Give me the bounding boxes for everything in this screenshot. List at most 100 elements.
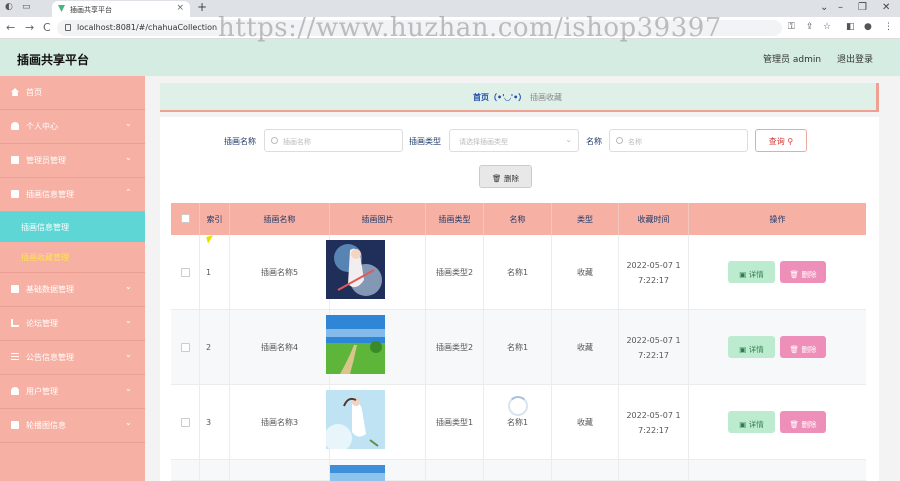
time-clock: 7:22:17 [638,350,669,360]
submenu-illustration-info[interactable]: 插画信息管理 [0,212,145,242]
delete-button[interactable]: 🗑 删除 [780,336,826,358]
sidebar-item-forum[interactable]: 论坛管理 ⌄ [0,307,145,341]
lock-icon [65,24,71,31]
image-cell [326,385,426,460]
menu-icon[interactable]: ⋮ [884,22,893,32]
sidebar-item-home[interactable]: 首页 [0,76,145,110]
row-select-cell [171,385,200,460]
loading-spinner [508,396,528,416]
new-tab-icon[interactable]: + [197,0,207,14]
chevron-down-icon: ⌄ [125,418,132,427]
share-icon[interactable]: ⇪ [806,22,814,32]
index-cell [200,460,230,481]
sidebar-item-illustrations[interactable]: 插画信息管理 ⌄ [0,178,145,212]
browser-tab[interactable]: 插画共享平台 × [52,1,190,17]
column-header[interactable]: 插画名称 [230,203,330,235]
forward-icon[interactable]: → [25,21,34,34]
title-search-input[interactable]: 名称 [609,129,748,152]
submenu-illustration-collection[interactable]: 插画收藏管理 [0,242,145,273]
brand-title: 插画共享平台 [17,53,90,67]
select-all-checkbox[interactable] [181,214,190,223]
sidebar-item-notices[interactable]: 公告信息管理 ⌄ [0,341,145,375]
illustration-thumbnail[interactable] [326,240,385,299]
sidebar: 首页 个人中心 ⌄ 管理员管理 ⌄ 插画信息管理 ⌄ 插画信息管理 插画收藏管理… [0,76,145,481]
illustration-thumbnail[interactable] [330,465,385,481]
title-cell: 名称1 [484,310,552,385]
tab-search-icon[interactable]: ▭ [22,2,31,12]
search-button[interactable]: 查询 ⚲ [755,129,807,152]
actions-cell: ▣ 详情 🗑 删除 [689,385,866,460]
sidebar-item-admins[interactable]: 管理员管理 ⌄ [0,144,145,178]
row-checkbox[interactable] [181,343,190,352]
type-cell [426,460,484,481]
detail-button[interactable]: ▣ 详情 [728,261,775,283]
column-header[interactable]: 索引 [200,203,230,235]
reload-icon[interactable]: C [43,21,51,34]
key-icon[interactable]: ⚿ [788,22,795,32]
column-header[interactable]: 插画类型 [426,203,484,235]
sidebar-item-users[interactable]: 用户管理 ⌄ [0,375,145,409]
delete-button[interactable]: 🗑 删除 [780,261,826,283]
minimize-icon[interactable]: – [838,2,843,13]
vue-favicon-icon [58,5,65,12]
breadcrumb-home[interactable]: 首页（•'◡'•） [473,92,526,103]
address-bar[interactable]: localhost:8081/#/chahuaCollection [57,20,782,36]
database-icon [11,285,19,293]
illustration-thumbnail[interactable] [326,315,385,374]
profile-icon[interactable]: ● [864,22,872,32]
type-cell: 插画类型2 [426,310,484,385]
logout-link[interactable]: 退出登录 [837,52,873,65]
sidebar-item-label: 基础数据管理 [26,285,74,294]
table-header: 索引 插画名称 插画图片 插画类型 名称 类型 收藏时间 操作 [171,203,866,235]
trash-icon: 🗑 [492,174,502,183]
column-header[interactable]: 类型 [552,203,619,235]
sidebar-item-carousel[interactable]: 轮播图信息 ⌄ [0,409,145,443]
name-search-input[interactable]: 插画名称 [264,129,403,152]
star-icon[interactable]: ☆ [823,22,831,32]
type-cell: 插画类型1 [426,385,484,460]
table-row: 1 插画名称5 插画类型2 名称1 收藏 2022-05-07 1 7:22:1… [171,235,866,310]
index-cell: 1 [200,235,230,310]
image-cell [326,235,426,310]
image-cell [326,310,426,385]
row-checkbox[interactable] [181,418,190,427]
column-header[interactable]: 名称 [484,203,552,235]
close-window-icon[interactable]: ✕ [882,2,890,13]
kind-cell: 收藏 [552,310,619,385]
type-select[interactable]: 请选择插画类型 ⌄ [449,129,579,152]
detail-button[interactable]: ▣ 详情 [728,336,775,358]
chevron-down-icon: ⌄ [125,153,132,162]
kind-cell [552,460,619,481]
row-checkbox[interactable] [181,268,190,277]
name-filter-label: 插画名称 [224,137,256,146]
detail-icon: ▣ [739,345,747,354]
time-cell: 2022-05-07 1 7:22:17 [619,385,689,460]
close-tab-icon[interactable]: × [176,3,184,13]
illustration-thumbnail[interactable] [326,390,385,449]
search-button-label: 查询 [768,137,785,146]
chevron-down-icon: ⌄ [565,135,572,144]
bulk-delete-label: 删除 [503,174,519,183]
time-cell: 2022-05-07 1 7:22:17 [619,310,689,385]
maximize-icon[interactable]: ❐ [858,2,867,13]
delete-button[interactable]: 🗑 删除 [780,411,826,433]
row-select-cell [171,460,200,481]
back-icon[interactable]: ← [6,21,15,34]
tab-list-icon[interactable]: ⌄ [820,2,828,13]
breadcrumb: 首页（•'◡'•） 插画收藏 [160,83,879,112]
title-cell [484,460,552,481]
column-header[interactable]: 收藏时间 [619,203,689,235]
time-cell: 2022-05-07 1 7:22:17 [619,235,689,310]
delete-label: 删除 [801,420,817,429]
detail-button[interactable]: ▣ 详情 [728,411,775,433]
site-info-icon[interactable]: ◐ [5,2,13,12]
bulk-delete-button[interactable]: 🗑 删除 [479,165,532,188]
sidebar-item-base-data[interactable]: 基础数据管理 ⌄ [0,273,145,307]
chevron-down-icon: ⌄ [125,384,132,393]
trash-icon: 🗑 [789,345,800,354]
search-icon [271,137,278,144]
sidebar-item-label: 公告信息管理 [26,353,74,362]
column-header[interactable]: 插画图片 [330,203,426,235]
sidepanel-icon[interactable]: ◧ [846,22,855,32]
sidebar-item-profile[interactable]: 个人中心 ⌄ [0,110,145,144]
